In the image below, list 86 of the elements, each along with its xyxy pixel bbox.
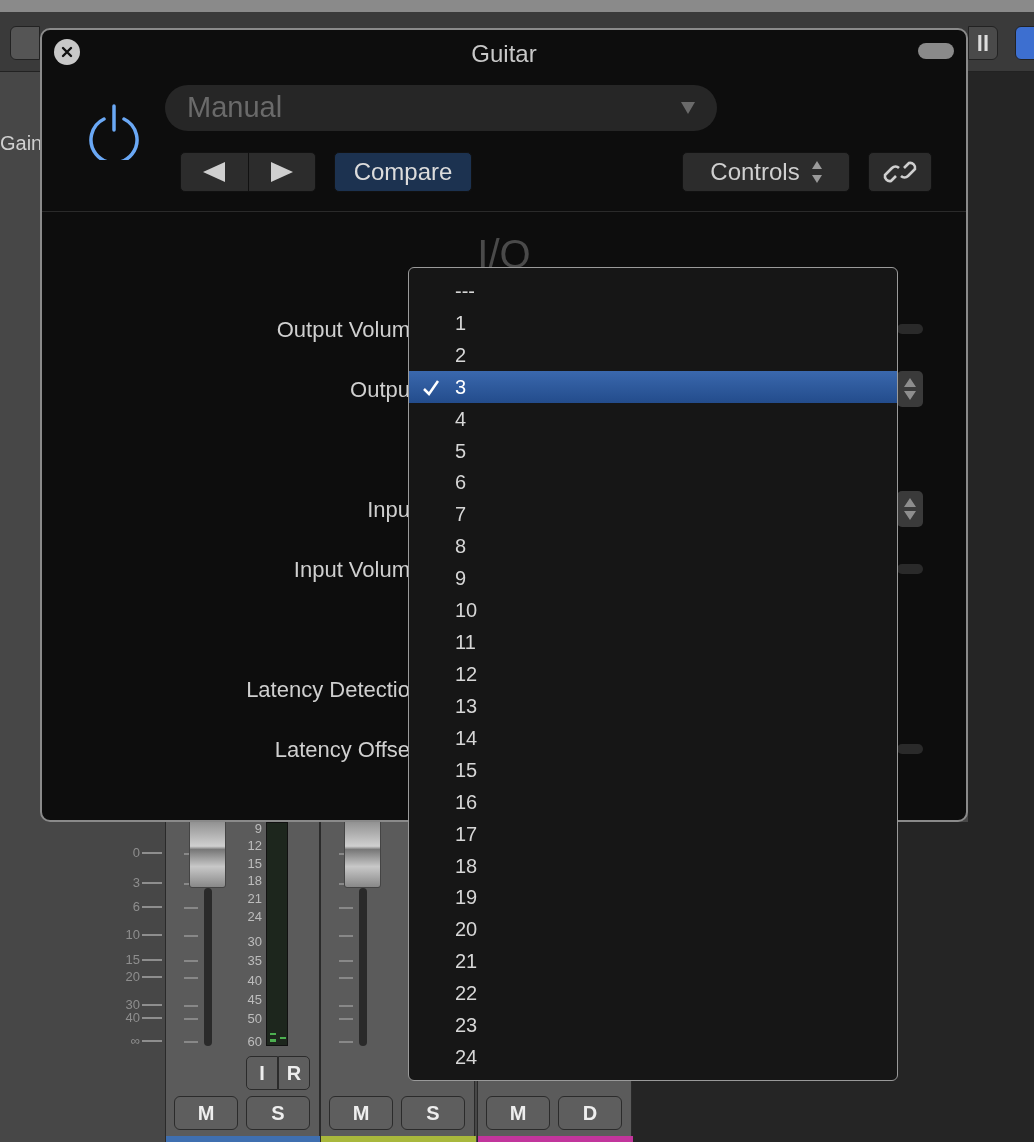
control-label: Input Volum [293,555,410,584]
menu-item[interactable]: 2 [409,338,897,371]
menu-item[interactable]: 10 [409,594,897,627]
menu-item[interactable]: 8 [409,530,897,563]
stepper-button[interactable] [897,491,923,527]
menu-item[interactable]: 24 [409,1041,897,1074]
channel-button[interactable]: S [246,1096,310,1130]
right-triangle-icon [270,162,293,182]
menu-item[interactable]: 22 [409,977,897,1010]
menu-item[interactable]: --- [409,275,897,307]
menu-item[interactable]: 1 [409,306,897,339]
slider-track[interactable] [897,324,923,334]
dropdown-arrow-icon [681,102,695,114]
section-title: I/O [476,231,532,278]
meter-scale-label: 30 [246,935,262,949]
menu-item[interactable]: 23 [409,1009,897,1042]
left-triangle-icon [203,162,226,182]
scale-label: 6 [131,900,140,914]
meter-scale-label: 35 [246,954,262,968]
channel-button[interactable]: D [558,1096,622,1130]
meter-scale-label: 45 [246,993,262,1007]
menu-item[interactable]: 9 [409,562,897,595]
menu-item[interactable]: 7 [409,498,897,531]
menu-item[interactable]: 16 [409,785,897,818]
scale-label: ∞ [129,1034,140,1048]
preset-name: Manual [187,90,284,126]
menu-item[interactable]: 12 [409,658,897,690]
scale-label: 10 [124,928,140,942]
scale-label: 0 [131,846,140,860]
controls-menu-button[interactable]: Controls [682,152,850,192]
menu-item[interactable]: 4 [409,402,897,435]
input-toggle-button[interactable]: R [278,1056,310,1090]
meter-scale-label: 50 [246,1012,262,1026]
input-toggle-button[interactable]: I [246,1056,278,1090]
menu-item[interactable]: 6 [409,466,897,499]
channel-button[interactable]: M [486,1096,550,1130]
scale-label: 40 [124,1011,140,1025]
link-button[interactable] [868,152,932,192]
link-icon [882,159,918,185]
close-icon [61,46,73,58]
stepper-button[interactable] [897,371,923,407]
previous-button[interactable] [180,152,249,192]
up-down-arrows-icon [904,497,916,521]
menu-item[interactable]: 17 [409,817,897,850]
up-down-arrows-icon [811,161,822,183]
meter-scale-label: 9 [253,822,262,836]
gain-label: Gain [0,131,43,156]
meter-scale-label: 21 [246,892,262,906]
menu-item[interactable]: 19 [409,881,897,914]
scale-label: 30 [124,998,140,1012]
up-down-arrows-icon [904,377,916,401]
meter-scale-label: 40 [246,974,262,988]
control-label: Latency Detectio [246,675,410,704]
menu-item[interactable]: 21 [409,945,897,978]
checkmark-icon [422,378,440,397]
scale-label: 3 [131,876,140,890]
menu-item[interactable]: 15 [409,753,897,786]
menu-item[interactable]: 18 [409,849,897,882]
menu-item[interactable]: 20 [409,913,897,946]
toolbar-button[interactable]: ll [968,26,998,60]
close-button[interactable] [54,39,80,65]
meter-scale-label: 24 [246,910,262,924]
compare-button[interactable]: Compare [334,152,472,192]
channel-button[interactable]: M [174,1096,238,1130]
meter-scale-label: 15 [246,857,262,871]
window-pill-button[interactable] [918,43,954,59]
channel-button[interactable]: S [401,1096,465,1130]
scale-label: 15 [124,953,140,967]
control-label: Output Volum [276,315,410,344]
menu-item[interactable]: 5 [409,434,897,467]
control-label: Latency Offse [274,735,410,764]
next-button[interactable] [248,152,316,192]
menu-item[interactable]: 13 [409,690,897,722]
menu-item[interactable]: 11 [409,626,897,659]
control-label: Inpu [367,495,410,524]
slider-track[interactable] [897,744,923,754]
meter-scale-label: 18 [246,874,262,888]
menu-item[interactable]: 14 [409,721,897,754]
scale-label: 20 [124,970,140,984]
slider-track[interactable] [897,564,923,574]
window-title: Guitar [470,39,538,69]
menu-item[interactable]: 3 [409,370,897,403]
meter-scale-label: 60 [246,1035,262,1049]
channel-button[interactable]: M [329,1096,393,1130]
control-label: Outpu [350,375,410,404]
meter-scale-label: 12 [246,839,262,853]
